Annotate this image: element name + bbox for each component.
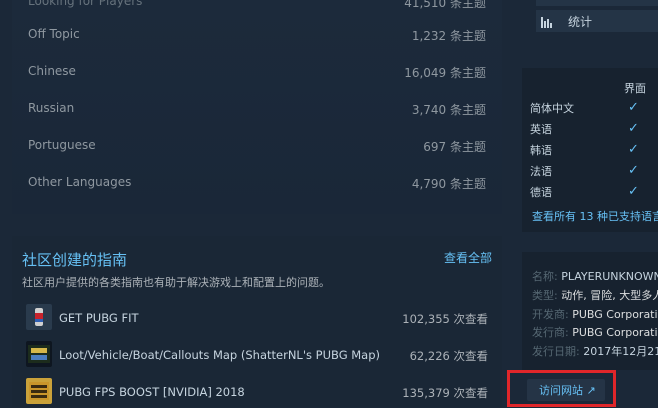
check-icon: ✓ bbox=[628, 100, 639, 115]
forum-row[interactable]: Chinese 16,049 条主题 bbox=[28, 62, 486, 82]
forum-row[interactable]: Other Languages 4,790 条主题 bbox=[28, 173, 486, 193]
guide-item[interactable]: Loot/Vehicle/Boat/Callouts Map (ShatterN… bbox=[26, 341, 488, 371]
language-row: 法语 ✓ bbox=[530, 163, 658, 183]
guide-item[interactable]: PUBG FPS BOOST [NVIDIA] 2018 135,379 次查看 bbox=[26, 378, 488, 408]
guides-see-all-link[interactable]: 查看全部 bbox=[444, 249, 492, 266]
guide-thumbnail bbox=[26, 378, 52, 404]
forum-name[interactable]: Other Languages bbox=[28, 175, 131, 189]
release-value: 2017年12月21日 bbox=[583, 345, 658, 358]
language-name: 英语 bbox=[530, 123, 552, 136]
forum-row[interactable]: Off Topic 1,232 条主题 bbox=[28, 25, 486, 45]
forum-name[interactable]: Portuguese bbox=[28, 138, 96, 152]
check-icon: ✓ bbox=[628, 184, 639, 199]
publisher-label: 发行商: bbox=[532, 326, 569, 339]
all-languages-link[interactable]: 查看所有 13 种已支持语言 bbox=[532, 208, 658, 224]
name-label: 名称: bbox=[532, 270, 558, 283]
developer-value[interactable]: PUBG Corporation bbox=[572, 308, 658, 321]
forum-count: 16,049 条主题 bbox=[404, 66, 486, 80]
guide-thumbnail bbox=[26, 304, 52, 330]
language-name: 法语 bbox=[530, 165, 552, 178]
publisher-line: 发行商: PUBG Corporation bbox=[532, 324, 658, 340]
name-value: PLAYERUNKNOWN'S bbox=[561, 270, 658, 283]
genre-value[interactable]: 动作, 冒险, 大型多人 bbox=[561, 289, 658, 302]
forum-count: 697 条主题 bbox=[423, 140, 486, 154]
guide-name[interactable]: Loot/Vehicle/Boat/Callouts Map (ShatterN… bbox=[59, 348, 380, 362]
forum-row[interactable]: Looking for Players 41,510 条主题 bbox=[28, 0, 486, 12]
release-label: 发行日期: bbox=[532, 345, 580, 358]
forum-name[interactable]: Looking for Players bbox=[28, 0, 142, 8]
guide-views: 62,226 次查看 bbox=[409, 349, 488, 363]
guides-subtitle: 社区用户提供的各类指南也有助于解决游戏上和配置上的问题。 bbox=[22, 276, 330, 289]
forum-row[interactable]: Russian 3,740 条主题 bbox=[28, 99, 486, 119]
guide-name[interactable]: PUBG FPS BOOST [NVIDIA] 2018 bbox=[59, 385, 245, 399]
check-icon: ✓ bbox=[628, 163, 639, 178]
language-row: 英语 ✓ bbox=[530, 121, 658, 141]
language-row: 韩语 ✓ bbox=[530, 142, 658, 162]
language-row: 简体中文 ✓ bbox=[530, 100, 658, 120]
check-icon: ✓ bbox=[628, 142, 639, 157]
language-name: 简体中文 bbox=[530, 102, 574, 115]
forum-name[interactable]: Off Topic bbox=[28, 27, 80, 41]
highlight-box bbox=[507, 370, 616, 407]
check-icon: ✓ bbox=[628, 121, 639, 136]
developer-line: 开发商: PUBG Corporation bbox=[532, 306, 658, 322]
forum-count: 4,790 条主题 bbox=[411, 177, 486, 191]
guide-item[interactable]: GET PUBG FIT 102,355 次查看 bbox=[26, 304, 488, 334]
interface-column-header: 界面 bbox=[624, 82, 646, 95]
forum-name[interactable]: Russian bbox=[28, 101, 74, 115]
release-date-line: 发行日期: 2017年12月21日 bbox=[532, 343, 658, 359]
guides-title: 社区创建的指南 bbox=[22, 251, 128, 269]
guide-views: 135,379 次查看 bbox=[402, 386, 488, 400]
forum-count: 1,232 条主题 bbox=[411, 29, 486, 43]
language-row: 德语 ✓ bbox=[530, 184, 658, 204]
forum-count: 3,740 条主题 bbox=[411, 103, 486, 117]
sidebar-item-stats[interactable]: 统计 bbox=[536, 10, 658, 32]
game-name-line: 名称: PLAYERUNKNOWN'S bbox=[532, 268, 658, 284]
genre-label: 类型: bbox=[532, 289, 558, 302]
guide-thumbnail bbox=[26, 341, 52, 367]
forum-row[interactable]: Portuguese 697 条主题 bbox=[28, 136, 486, 156]
genre-line: 类型: 动作, 冒险, 大型多人 bbox=[532, 287, 658, 303]
sidebar-item-partial[interactable] bbox=[536, 0, 658, 6]
language-name: 韩语 bbox=[530, 144, 552, 157]
language-name: 德语 bbox=[530, 186, 552, 199]
guide-name[interactable]: GET PUBG FIT bbox=[59, 311, 139, 325]
bar-chart-icon bbox=[540, 14, 554, 28]
developer-label: 开发商: bbox=[532, 308, 569, 321]
publisher-value[interactable]: PUBG Corporation bbox=[572, 326, 658, 339]
sidebar-item-label: 统计 bbox=[568, 15, 593, 29]
forum-name[interactable]: Chinese bbox=[28, 64, 76, 78]
guide-views: 102,355 次查看 bbox=[402, 312, 488, 326]
forum-count: 41,510 条主题 bbox=[404, 0, 486, 10]
